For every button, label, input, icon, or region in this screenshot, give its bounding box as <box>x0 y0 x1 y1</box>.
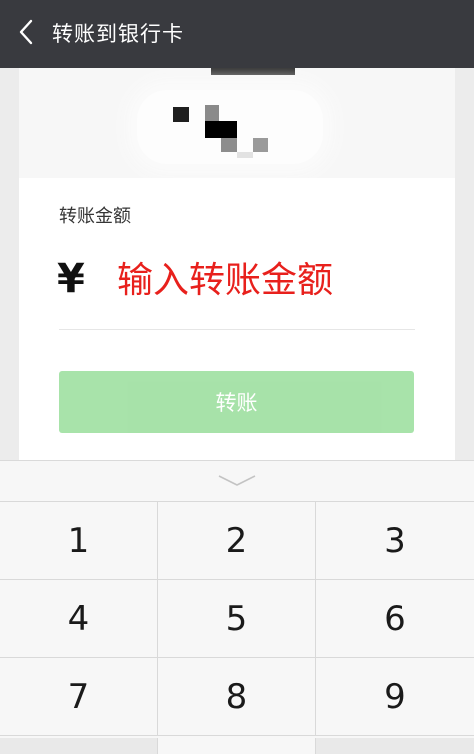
amount-label: 转账金额 <box>59 206 131 227</box>
keyboard-collapse-button[interactable] <box>0 461 474 502</box>
key-4[interactable]: 4 <box>0 580 158 658</box>
redaction-pixel <box>205 121 237 138</box>
key-blank-left <box>0 738 158 754</box>
key-1[interactable]: 1 <box>0 502 158 580</box>
key-7[interactable]: 7 <box>0 658 158 736</box>
redaction-pixel <box>221 138 237 152</box>
back-button[interactable] <box>8 14 44 54</box>
transfer-button[interactable]: 转账 <box>59 371 414 433</box>
amount-divider <box>59 329 415 330</box>
keyboard-keys: 1 2 3 4 5 6 7 8 9 <box>0 502 474 736</box>
key-5[interactable]: 5 <box>158 580 316 658</box>
keyboard-bottom-row <box>0 738 474 754</box>
key-delete[interactable] <box>316 738 474 754</box>
top-navigation-bar: 转账到银行卡 <box>0 0 474 68</box>
chevron-left-icon <box>18 19 34 49</box>
key-6[interactable]: 6 <box>316 580 474 658</box>
key-3[interactable]: 3 <box>316 502 474 580</box>
redaction-pixel <box>237 152 253 158</box>
bank-header-tab <box>211 68 295 75</box>
amount-input[interactable] <box>117 256 417 304</box>
transfer-to-bank-card-screen: 转账到银行卡 转账金额 ¥ 转账 1 2 <box>0 0 474 754</box>
key-9[interactable]: 9 <box>316 658 474 736</box>
redaction-pixel <box>253 138 268 152</box>
currency-symbol: ¥ <box>57 256 85 302</box>
key-0[interactable] <box>158 738 316 754</box>
numeric-keyboard: 1 2 3 4 5 6 7 8 9 <box>0 460 474 754</box>
key-2[interactable]: 2 <box>158 502 316 580</box>
redaction-pixel <box>205 105 219 121</box>
redaction-pixel <box>173 107 189 122</box>
chevron-down-icon <box>217 472 257 491</box>
page-title: 转账到银行卡 <box>52 22 184 46</box>
key-8[interactable]: 8 <box>158 658 316 736</box>
bank-card-info-redacted <box>19 68 455 178</box>
transfer-card: 转账金额 ¥ 转账 <box>19 68 455 468</box>
